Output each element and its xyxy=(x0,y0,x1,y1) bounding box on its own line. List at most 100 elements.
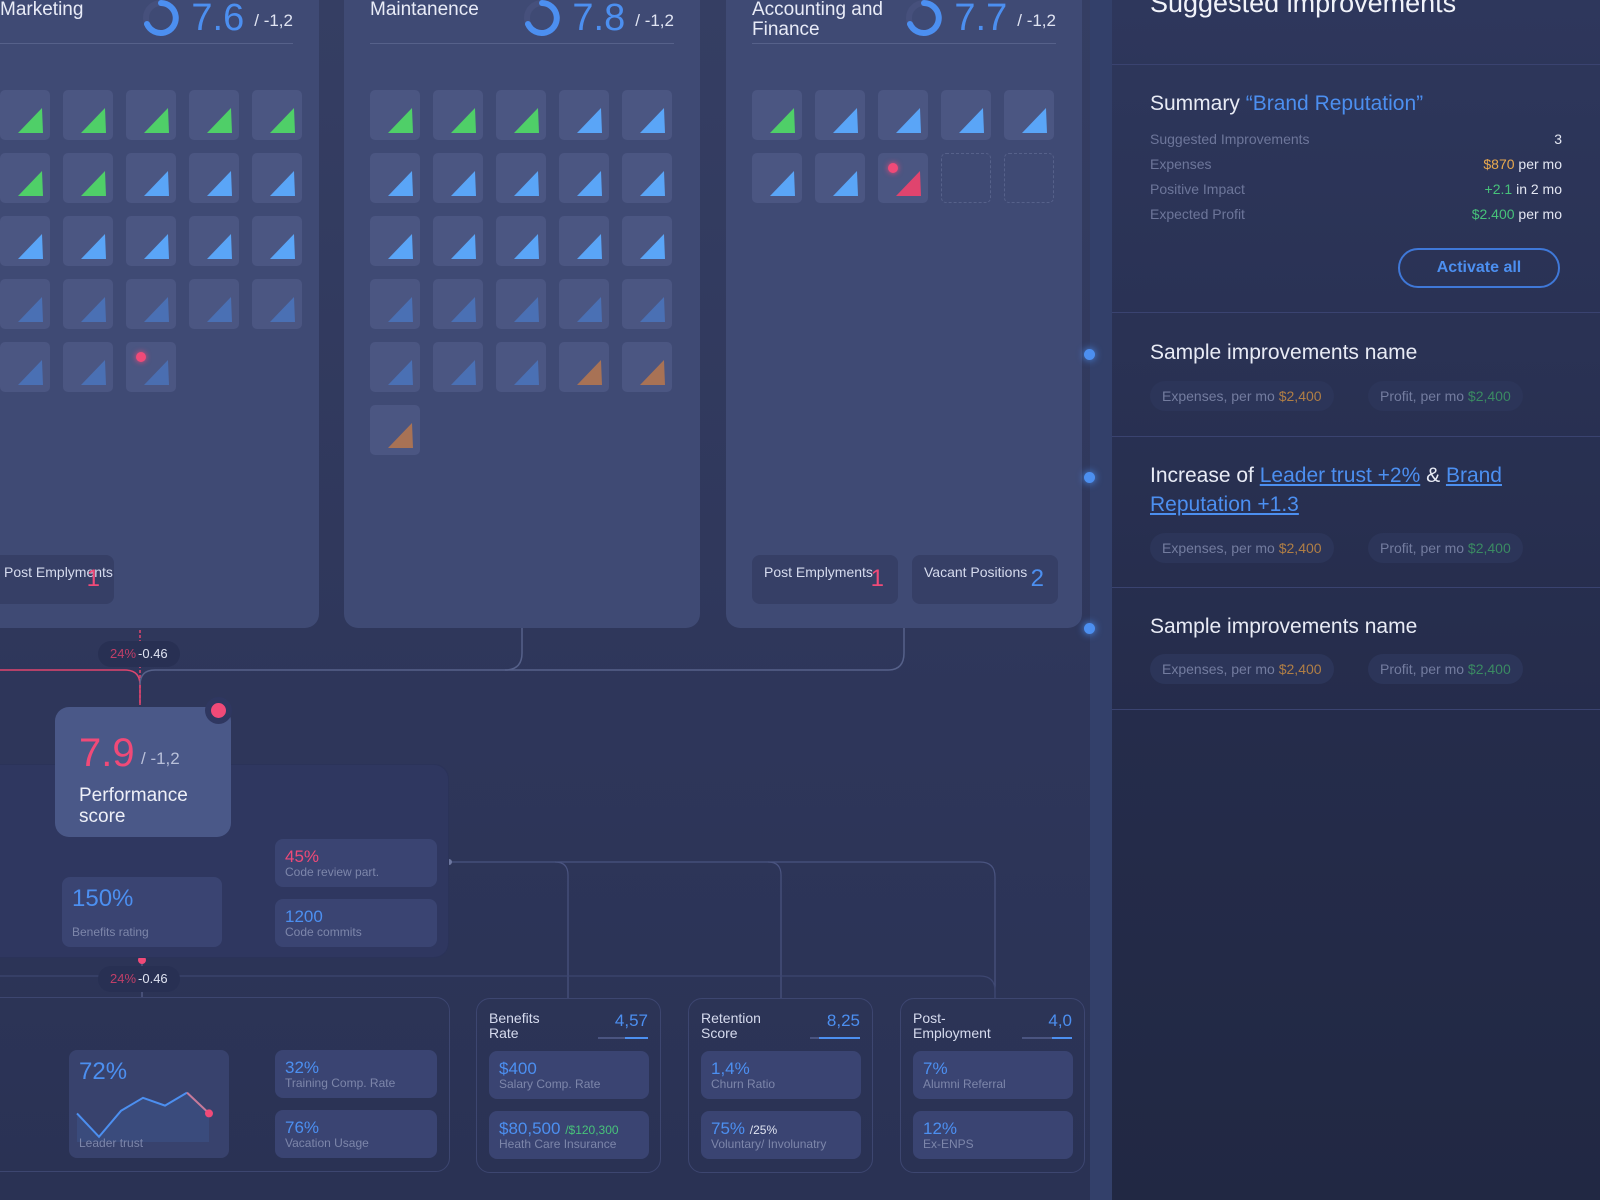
divider xyxy=(1112,587,1600,588)
dept-card-marketing[interactable]: Marketing 7.6 / -1,2 Post Emplyments 1 xyxy=(0,0,319,628)
employee-tile[interactable] xyxy=(0,153,50,203)
employee-tile[interactable] xyxy=(63,279,113,329)
divider xyxy=(1112,312,1600,313)
employee-tile[interactable] xyxy=(559,279,609,329)
employee-tile[interactable] xyxy=(752,90,802,140)
employee-tile[interactable] xyxy=(63,342,113,392)
employee-tile[interactable] xyxy=(189,90,239,140)
employee-tile[interactable] xyxy=(1004,90,1054,140)
chip-label: Profit, per mo xyxy=(1380,388,1465,404)
activate-all-button[interactable]: Activate all xyxy=(1398,248,1560,288)
employee-tile[interactable] xyxy=(0,342,50,392)
employee-tile[interactable] xyxy=(370,216,420,266)
employee-tile[interactable] xyxy=(559,90,609,140)
score-box-retention[interactable]: Retention Score 8,25 1,4% Churn Ratio 75… xyxy=(688,998,873,1173)
employee-tile[interactable] xyxy=(433,342,483,392)
metric-code-commits[interactable]: 1200 Code commits xyxy=(275,899,437,947)
employee-tile[interactable] xyxy=(433,153,483,203)
stat-vacant-positions[interactable]: Vacant Positions 2 xyxy=(912,555,1058,604)
score-item[interactable]: 1,4% Churn Ratio xyxy=(701,1051,861,1099)
employee-tile[interactable] xyxy=(370,405,420,455)
connector-badge-top: 24% -0.46 xyxy=(98,641,180,667)
employee-tile[interactable] xyxy=(433,90,483,140)
stat-post-employments[interactable]: Post Emplyments 1 xyxy=(752,555,898,604)
employee-tile[interactable] xyxy=(496,90,546,140)
employee-tile[interactable] xyxy=(496,342,546,392)
score-progress-fill xyxy=(625,1037,648,1039)
row-label: Expected Profit xyxy=(1150,206,1245,222)
employee-tile[interactable] xyxy=(622,90,672,140)
score-item[interactable]: 7% Alumni Referral xyxy=(913,1051,1073,1099)
employee-tile[interactable] xyxy=(622,279,672,329)
metric-vacation-usage[interactable]: 76% Vacation Usage xyxy=(275,1110,437,1158)
performance-label: Performance score xyxy=(79,785,188,827)
employee-tile[interactable] xyxy=(63,90,113,140)
signal-triangle-icon xyxy=(514,297,539,322)
employee-tile[interactable] xyxy=(815,90,865,140)
employee-tile[interactable] xyxy=(252,153,302,203)
signal-triangle-icon xyxy=(144,108,169,133)
employee-tile[interactable] xyxy=(496,216,546,266)
employee-tile[interactable] xyxy=(496,153,546,203)
bullet-dot-icon xyxy=(1084,472,1095,483)
employee-tile[interactable] xyxy=(126,342,176,392)
employee-tile[interactable] xyxy=(433,216,483,266)
chip-label: Expenses, per mo xyxy=(1162,661,1275,677)
employee-tile[interactable] xyxy=(815,153,865,203)
employee-tile[interactable] xyxy=(0,216,50,266)
employee-tile[interactable] xyxy=(878,153,928,203)
metric-benefits-rating[interactable]: 150% Benefits rating xyxy=(62,877,222,947)
dept-card-maintanence[interactable]: Maintanence 7.8 / -1,2 xyxy=(344,0,700,628)
employee-tile[interactable] xyxy=(433,279,483,329)
employee-tile[interactable] xyxy=(63,153,113,203)
employee-tile[interactable] xyxy=(370,279,420,329)
signal-triangle-icon xyxy=(18,234,43,259)
score-item[interactable]: $80,500 /$120,300 Heath Care Insurance xyxy=(489,1111,649,1159)
employee-tile[interactable] xyxy=(370,90,420,140)
bullet-dot-icon xyxy=(1084,623,1095,634)
employee-tile[interactable] xyxy=(752,153,802,203)
employee-tile[interactable] xyxy=(189,216,239,266)
score-item-label: Ex-ENPS xyxy=(923,1137,974,1151)
score-item[interactable]: $400 Salary Comp. Rate xyxy=(489,1051,649,1099)
score-item[interactable]: 75% /25% Voluntary/ Involunatry xyxy=(701,1111,861,1159)
leader-trust-link[interactable]: Leader trust +2% xyxy=(1260,464,1421,487)
employee-tile[interactable] xyxy=(252,90,302,140)
employee-tile[interactable] xyxy=(63,216,113,266)
employee-tile[interactable] xyxy=(622,153,672,203)
employee-tile[interactable] xyxy=(189,279,239,329)
score-ring-icon xyxy=(524,0,561,36)
employee-tile[interactable] xyxy=(622,342,672,392)
performance-score-card[interactable]: 7.9 / -1,2 Performance score xyxy=(55,707,231,837)
employee-tile[interactable] xyxy=(252,216,302,266)
stat-post-employments[interactable]: Post Emplyments 1 xyxy=(0,555,114,604)
score-box-benefits-rate[interactable]: Benefits Rate 4,57 $400 Salary Comp. Rat… xyxy=(476,998,661,1173)
employee-tile[interactable] xyxy=(941,90,991,140)
employee-tile[interactable] xyxy=(126,279,176,329)
metric-value: 1200 xyxy=(285,907,323,926)
signal-triangle-icon xyxy=(388,297,413,322)
employee-tile[interactable] xyxy=(496,279,546,329)
employee-tile[interactable] xyxy=(189,153,239,203)
metric-code-review[interactable]: 45% Code review part. xyxy=(275,839,437,887)
employee-tile[interactable] xyxy=(0,90,50,140)
employee-tile[interactable] xyxy=(559,216,609,266)
employee-tile[interactable] xyxy=(559,153,609,203)
score-box-post-employment[interactable]: Post-Employment 4,0 7% Alumni Referral 1… xyxy=(900,998,1085,1173)
employee-tile[interactable] xyxy=(126,216,176,266)
alert-dot-icon xyxy=(888,163,898,173)
dept-card-accounting[interactable]: Accounting and Finance 7.7 / -1,2 Post E… xyxy=(726,0,1082,628)
employee-tile[interactable] xyxy=(252,279,302,329)
score-item[interactable]: 12% Ex-ENPS xyxy=(913,1111,1073,1159)
employee-tile[interactable] xyxy=(370,342,420,392)
score-progress xyxy=(810,1037,860,1039)
metric-leader-trust[interactable]: 72% Leader trust xyxy=(69,1050,229,1158)
employee-tile[interactable] xyxy=(622,216,672,266)
metric-training-comp[interactable]: 32% Training Comp. Rate xyxy=(275,1050,437,1098)
employee-tile[interactable] xyxy=(0,279,50,329)
employee-tile[interactable] xyxy=(559,342,609,392)
employee-tile[interactable] xyxy=(878,90,928,140)
employee-tile[interactable] xyxy=(126,90,176,140)
employee-tile[interactable] xyxy=(370,153,420,203)
employee-tile[interactable] xyxy=(126,153,176,203)
